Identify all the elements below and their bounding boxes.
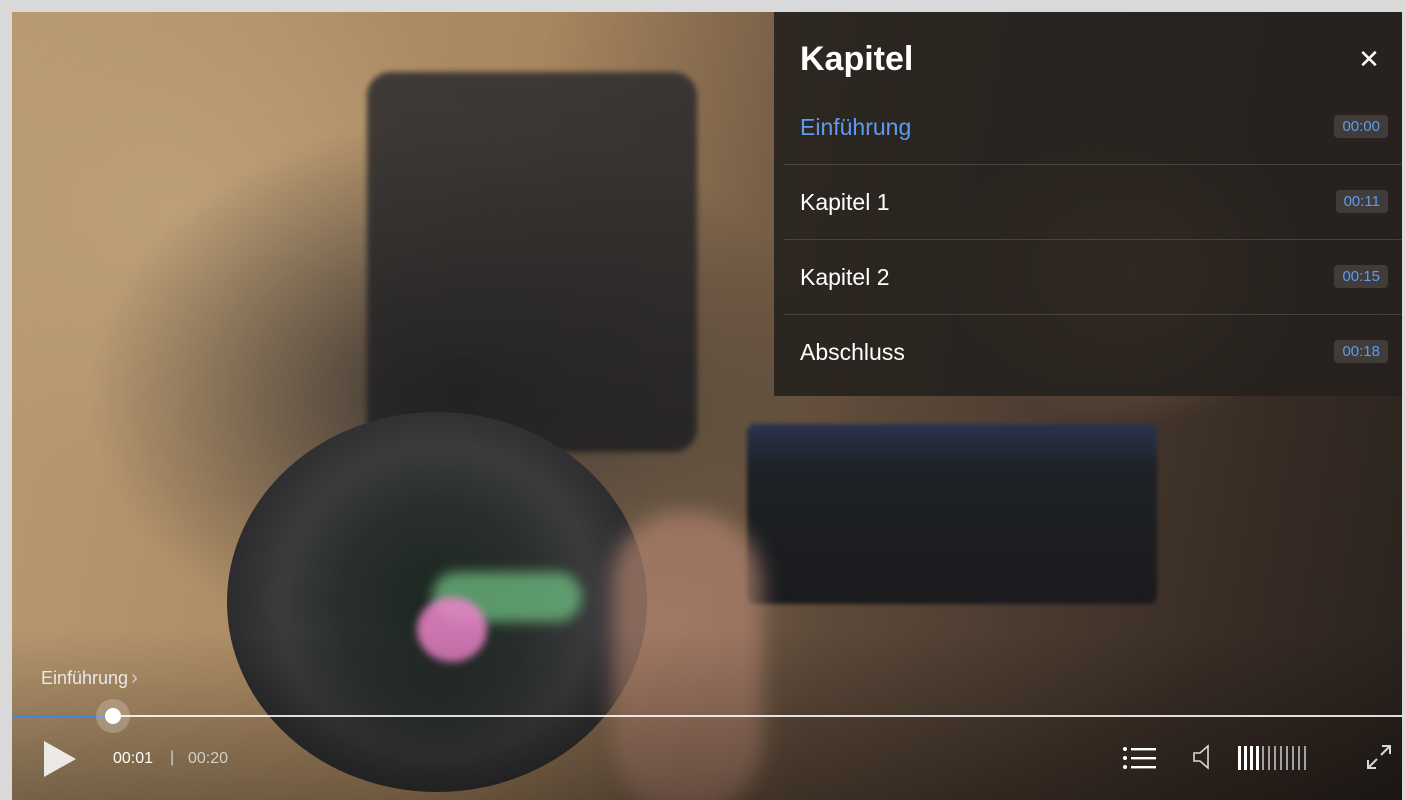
volume-bar (1274, 746, 1276, 770)
camera-monitor (747, 424, 1157, 604)
volume-button[interactable] (1191, 742, 1217, 772)
volume-bar (1280, 746, 1282, 770)
volume-icon (1193, 744, 1209, 770)
volume-bar (1238, 746, 1241, 770)
current-chapter-button[interactable]: Einführung › (41, 667, 138, 690)
chapters-button[interactable] (1122, 743, 1158, 773)
time-separator: | (170, 749, 175, 766)
chapter-item[interactable]: Kapitel 1 00:11 (784, 165, 1402, 240)
chapter-time: 00:11 (1335, 190, 1388, 213)
play-button[interactable] (42, 740, 78, 778)
chapter-time: 00:15 (1334, 265, 1388, 288)
duration: 00:20 (188, 750, 229, 767)
chapter-label: Kapitel 1 (800, 189, 890, 215)
chapter-label: Einführung (800, 114, 912, 140)
volume-bar (1250, 746, 1253, 770)
video-camera-body (367, 72, 697, 452)
current-chapter-label: Einführung (41, 668, 129, 688)
chapter-item[interactable]: Einführung 00:00 (784, 90, 1402, 165)
volume-bar (1292, 746, 1294, 770)
chapter-list: Einführung 00:00 Kapitel 1 00:11 Kapitel… (784, 90, 1402, 389)
volume-bar (1304, 746, 1306, 770)
volume-bar (1262, 746, 1264, 770)
chapter-label: Abschluss (800, 339, 905, 365)
fullscreen-button[interactable] (1364, 742, 1394, 772)
chapters-panel: Kapitel ✕ Einführung 00:00 Kapitel 1 00:… (774, 12, 1402, 396)
chevron-right-icon: › (131, 667, 138, 689)
volume-bar (1244, 746, 1247, 770)
current-time: 00:01 (113, 750, 154, 767)
play-icon (44, 741, 76, 777)
chapter-item[interactable]: Kapitel 2 00:15 (784, 240, 1402, 315)
close-button[interactable]: ✕ (1352, 42, 1386, 76)
volume-bar (1286, 746, 1288, 770)
volume-bar (1268, 746, 1270, 770)
chapters-list-icon (1123, 747, 1156, 769)
panel-title: Kapitel (800, 40, 914, 78)
video-player[interactable]: Kapitel ✕ Einführung 00:00 Kapitel 1 00:… (12, 12, 1402, 800)
volume-bar (1256, 746, 1259, 770)
volume-slider[interactable] (1238, 746, 1312, 770)
fullscreen-icon (1367, 745, 1391, 769)
chapter-time: 00:18 (1334, 340, 1388, 363)
progress-fill (12, 715, 114, 717)
volume-bars (1238, 746, 1306, 770)
close-icon: ✕ (1358, 44, 1380, 74)
chapter-item[interactable]: Abschluss 00:18 (784, 315, 1402, 389)
chapter-time: 00:00 (1334, 115, 1388, 138)
chapter-label: Kapitel 2 (800, 264, 890, 290)
volume-bar (1298, 746, 1300, 770)
progress-bar[interactable] (12, 708, 1402, 724)
